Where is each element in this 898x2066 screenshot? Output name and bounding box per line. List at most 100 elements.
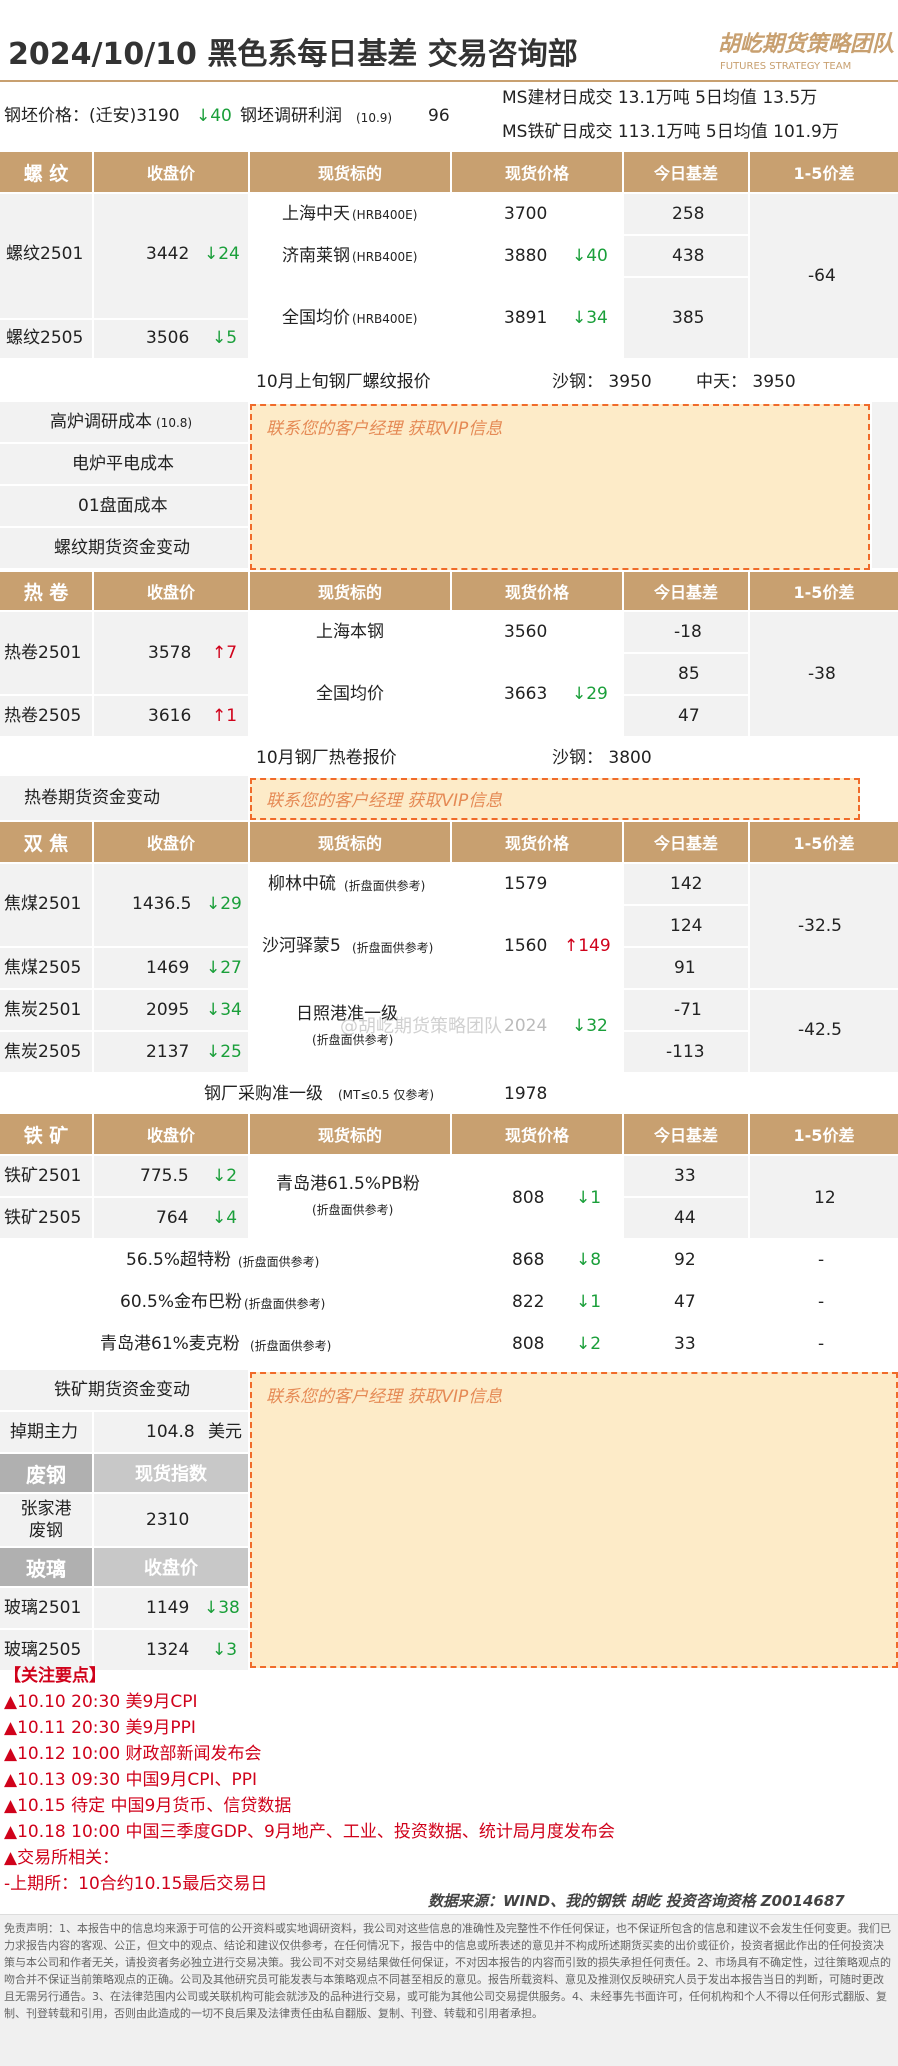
- swap-unit: 美元: [208, 1422, 242, 1442]
- hrc-spot-1-basis: -18: [674, 622, 702, 642]
- billet-price: 钢坯价格：(迁安)3190: [4, 106, 180, 126]
- focus-item: ▲10.18 10:00 中国三季度GDP、9月地产、工业、投资数据、统计局月度…: [4, 1822, 615, 1842]
- ore-col-spot-price: 现货价格: [452, 1114, 622, 1154]
- hrc-spot-1: 上海本钢: [316, 622, 384, 642]
- rebar-2505-close: 3506: [146, 328, 190, 348]
- rebar-spot-3-basis: 385: [672, 308, 705, 328]
- hrc-2505-change: ↑1: [212, 706, 238, 726]
- rebar-spot-2-spec: (HRB400E): [352, 250, 418, 264]
- mill-purchase-note: (MT≤0.5 仅参考): [338, 1088, 435, 1102]
- hrc-quote-shagang: 沙钢： 3800: [552, 748, 652, 768]
- ore-col-spread: 1-5价差: [750, 1114, 898, 1154]
- coke-head: 双 焦: [0, 822, 92, 862]
- hrc-spread: -38: [808, 664, 836, 684]
- coke-col-spot-price: 现货价格: [452, 822, 622, 862]
- focus-item: ▲10.11 20:30 美9月PPI: [4, 1718, 196, 1738]
- coke-spot-3-price: 2024: [504, 1016, 548, 1036]
- ore-extra-1-price: 868: [512, 1250, 545, 1270]
- page-title: 2024/10/10 黑色系每日基差 交易咨询部: [8, 37, 578, 72]
- ore-2505-close: 764: [156, 1208, 189, 1228]
- eaf-cost-label: 电炉平电成本: [72, 454, 174, 474]
- hrc-spot-2: 全国均价: [316, 684, 384, 704]
- ore-2501-close: 775.5: [140, 1166, 189, 1186]
- rebar-quote-title: 10月上旬钢厂螺纹报价: [256, 372, 431, 392]
- vip-text-hrc: 联系您的客户经理 获取VIP信息: [266, 791, 503, 811]
- ore-head: 铁 矿: [0, 1114, 92, 1154]
- data-source: 数据来源：WIND、我的钢铁 胡屹 投资咨询资格 Z0014687: [428, 1892, 845, 1910]
- ore-2505-name: 铁矿2505: [4, 1208, 82, 1228]
- coking-coal-spread: -32.5: [798, 916, 842, 936]
- coke-col-spot: 现货标的: [250, 822, 450, 862]
- coke-spot-1-note: (折盘面供参考): [344, 879, 426, 893]
- ore-extra-2-change: ↓1: [576, 1292, 602, 1312]
- ore-extra-3-change: ↓2: [576, 1334, 602, 1354]
- coke-spot-1-price: 1579: [504, 874, 548, 894]
- ore-extra-2-spread: -: [818, 1292, 825, 1312]
- ore-extra-3-price: 808: [512, 1334, 545, 1354]
- glass-2505-change: ↓3: [212, 1640, 238, 1660]
- vip-box-ore: 联系您的客户经理 获取VIP信息: [250, 1372, 898, 1668]
- ore-flow-label: 铁矿期货资金变动: [54, 1380, 190, 1400]
- hrc-quote-title: 10月钢厂热卷报价: [256, 748, 397, 768]
- coke-spot-3-basis-1: -71: [674, 1000, 702, 1020]
- rebar-2501-close: 3442: [146, 244, 190, 264]
- glass-2505-name: 玻璃2505: [4, 1640, 82, 1660]
- rebar-quote-zhongtian: 中天： 3950: [696, 372, 796, 392]
- scrap-head: 废钢: [0, 1454, 92, 1492]
- swap-value: 104.8: [146, 1422, 195, 1442]
- ore-spot-1-basis-2: 44: [674, 1208, 696, 1228]
- focus-item: ▲10.12 10:00 财政部新闻发布会: [4, 1744, 262, 1764]
- rebar-head: 螺 纹: [0, 152, 92, 192]
- coke-col-close: 收盘价: [94, 822, 248, 862]
- hrc-2505-name: 热卷2505: [4, 706, 82, 726]
- coke-spot-2-basis-1: 124: [670, 916, 703, 936]
- hrc-spot-2-basis: 47: [678, 706, 700, 726]
- rebar-spot-2: 济南莱钢: [282, 246, 350, 266]
- logo-en: FUTURES STRATEGY TEAM: [720, 61, 852, 72]
- ms-building-volume: MS建材日成交 13.1万吨 5日均值 13.5万: [502, 88, 818, 108]
- glass-2501-change: ↓38: [204, 1598, 240, 1618]
- rebar-spot-1-basis: 258: [672, 204, 705, 224]
- col-spot-price: 现货价格: [452, 152, 622, 192]
- focus-item: ▲10.10 20:30 美9月CPI: [4, 1692, 198, 1712]
- scrap-col: 现货指数: [94, 1454, 248, 1492]
- disclaimer: 免责声明：1、本报告中的信息均来源于可信的公开资料或实地调研资料，我公司对这些信…: [4, 1922, 891, 2020]
- ore-col-close: 收盘价: [94, 1114, 248, 1154]
- coking-coal-2505-name: 焦煤2505: [4, 958, 82, 978]
- coking-coal-2501-close: 1436.5: [132, 894, 192, 914]
- ore-extra-1: 56.5%超特粉: [126, 1250, 232, 1270]
- ore-2501-name: 铁矿2501: [4, 1166, 82, 1186]
- ore-col-basis: 今日基差: [624, 1114, 748, 1154]
- focus-item: ▲交易所相关：: [4, 1848, 120, 1868]
- hrc-flow-label: 热卷期货资金变动: [24, 788, 160, 808]
- ore-extra-1-spread: -: [818, 1250, 825, 1270]
- scrap-value: 2310: [146, 1510, 190, 1530]
- coke-2501-close: 2095: [146, 1000, 190, 1020]
- coke-spot-2-note: (折盘面供参考): [352, 941, 434, 955]
- hrc-2505-close: 3616: [148, 706, 192, 726]
- ore-extra-3-spread: -: [818, 1334, 825, 1354]
- coke-watermark: @胡屹期货策略团队: [340, 1016, 502, 1037]
- ore-spot-1-note: (折盘面供参考): [312, 1203, 394, 1217]
- rebar-spot-1-price: 3700: [504, 204, 548, 224]
- swap-label: 掉期主力: [10, 1422, 78, 1442]
- coke-spot-2-change: ↑149: [564, 936, 611, 956]
- ore-spot-1-price: 808: [512, 1188, 545, 1208]
- coke-spot-2-basis-2: 91: [674, 958, 696, 978]
- vip-text-ore: 联系您的客户经理 获取VIP信息: [266, 1387, 503, 1407]
- billet-change: ↓40: [196, 106, 232, 126]
- coke-spot-1-basis: 142: [670, 874, 703, 894]
- hrc-spot-1-price: 3560: [504, 622, 548, 642]
- coke-2501-change: ↓34: [206, 1000, 242, 1020]
- col-spot: 现货标的: [250, 152, 450, 192]
- glass-2501-name: 玻璃2501: [4, 1598, 82, 1618]
- hrc-col-spot: 现货标的: [250, 572, 450, 610]
- vip-text: 联系您的客户经理 获取VIP信息: [266, 419, 503, 439]
- ore-col-spot: 现货标的: [250, 1114, 450, 1154]
- rebar-2501-name: 螺纹2501: [6, 244, 84, 264]
- hrc-col-basis: 今日基差: [624, 572, 748, 610]
- rebar-quote-shagang: 沙钢： 3950: [552, 372, 652, 392]
- rebar-spot-2-price: 3880: [504, 246, 548, 266]
- coke-spread: -42.5: [798, 1020, 842, 1040]
- hrc-2501-name: 热卷2501: [4, 643, 82, 663]
